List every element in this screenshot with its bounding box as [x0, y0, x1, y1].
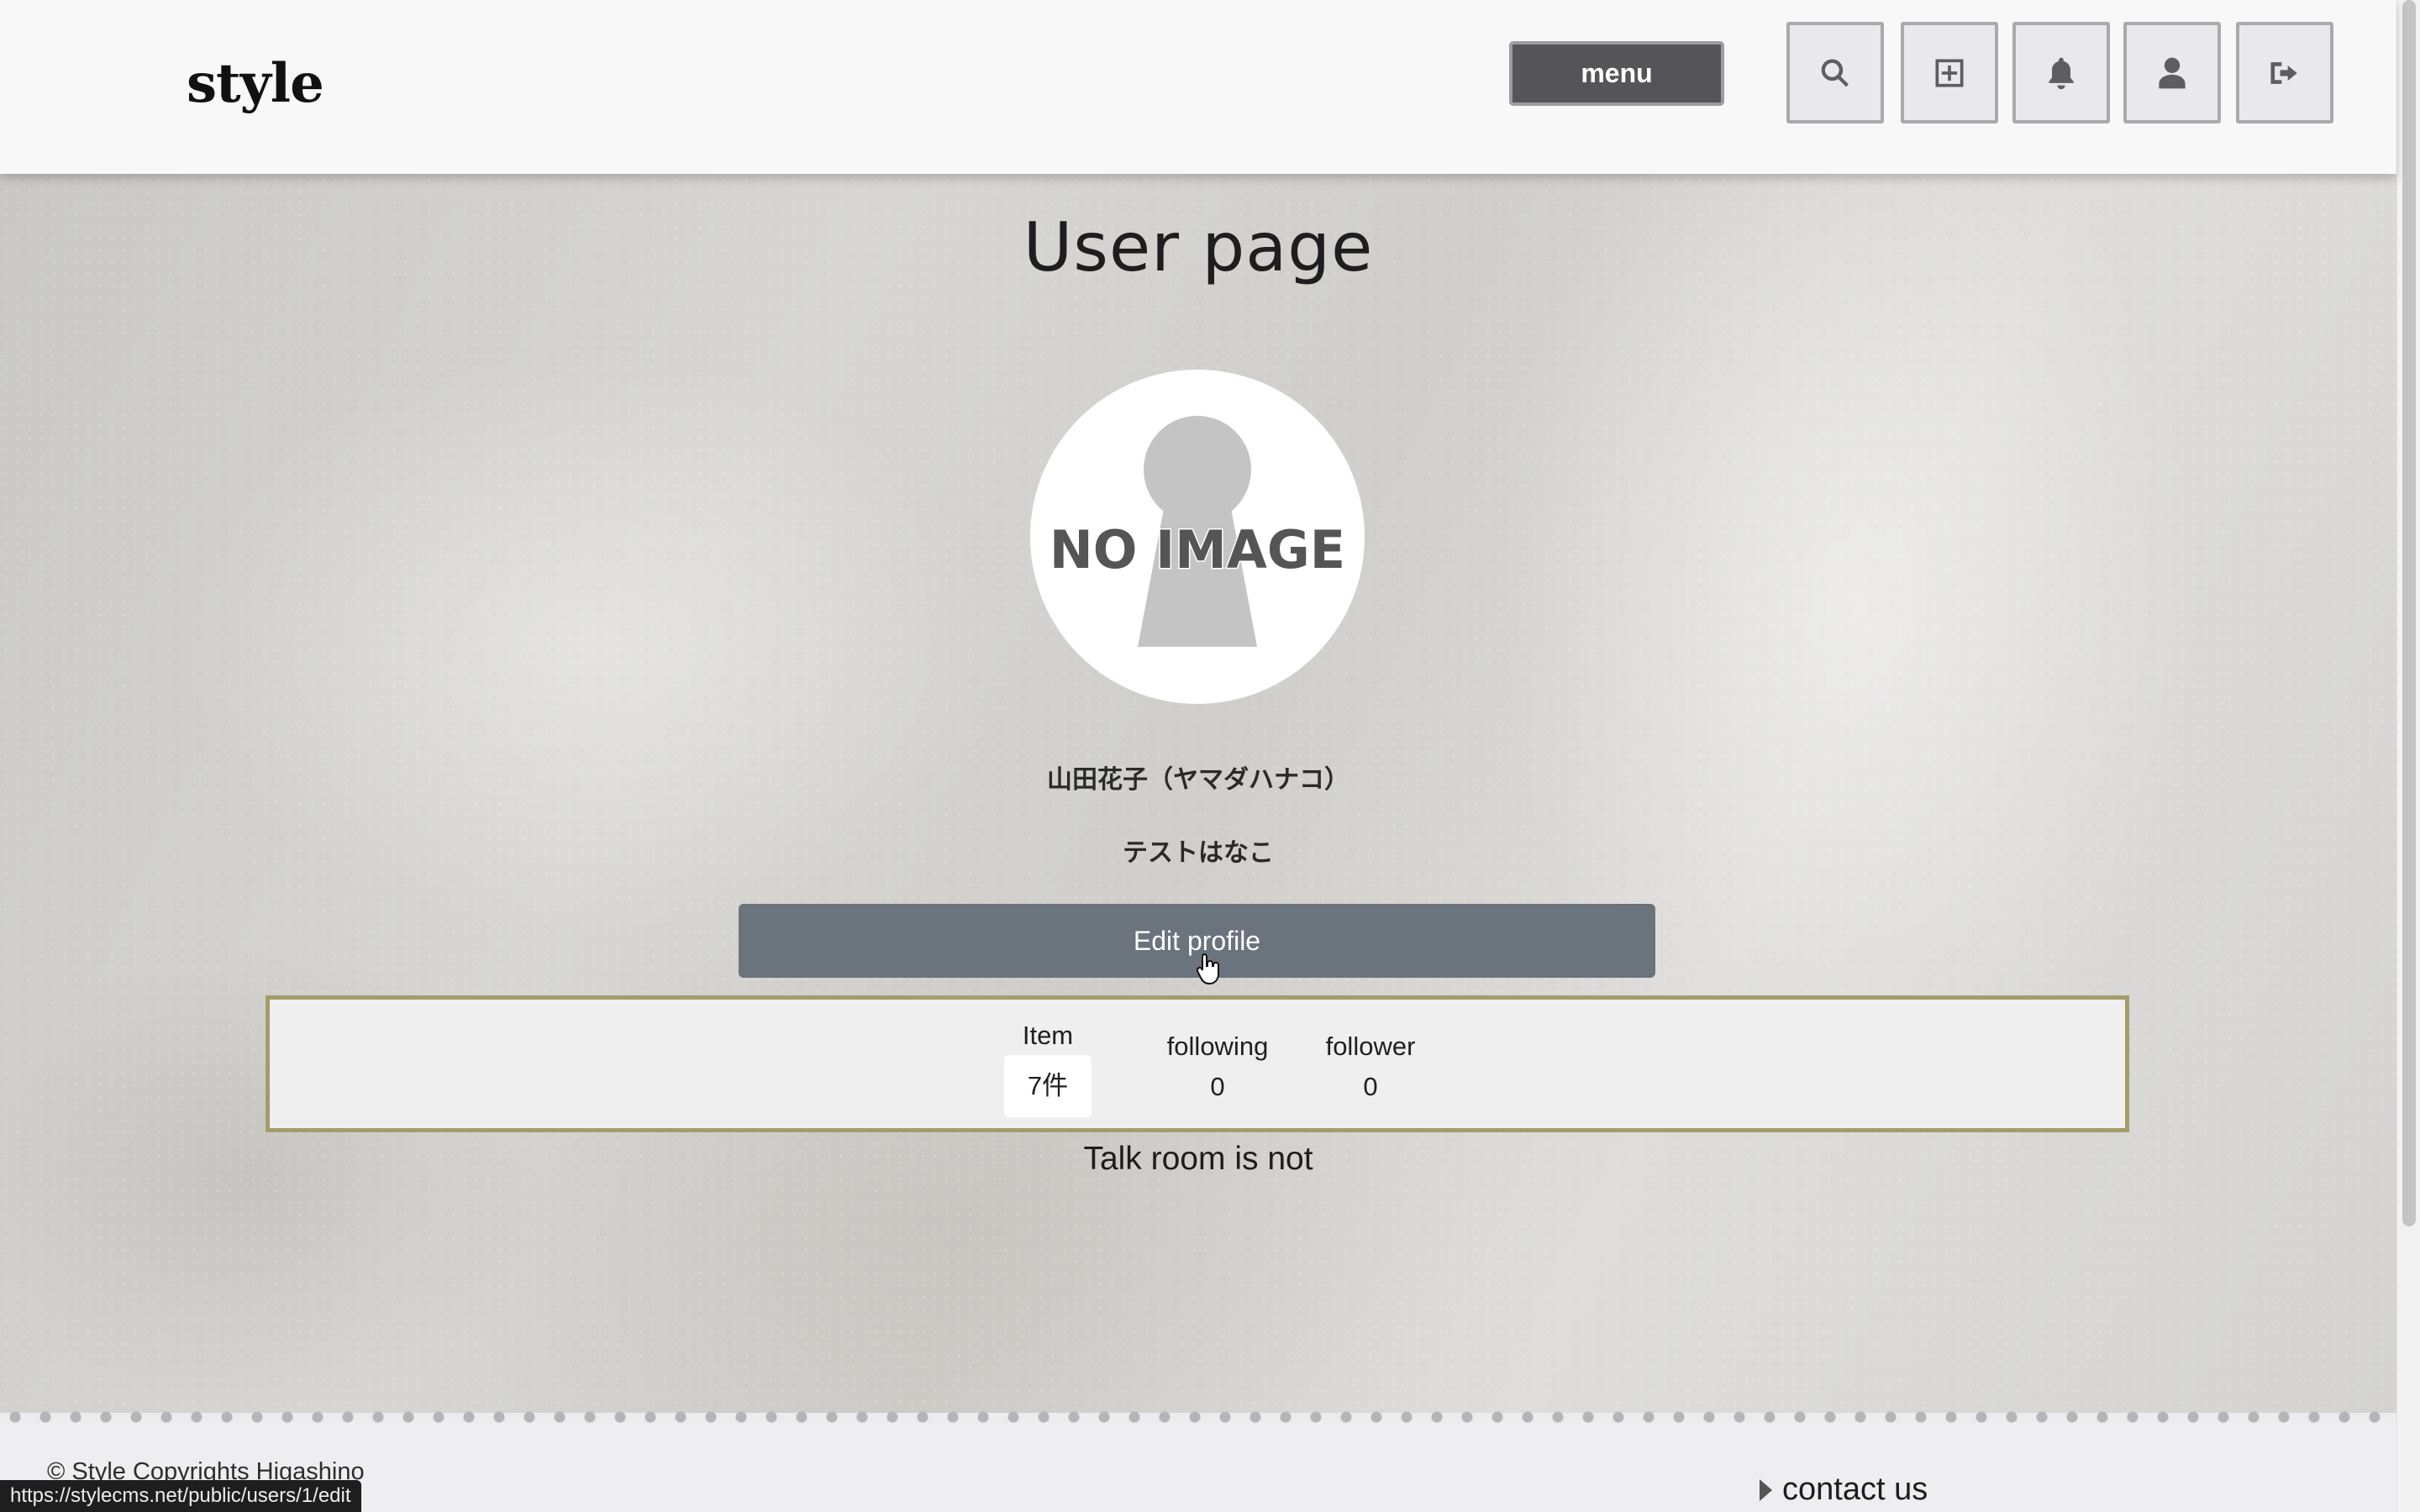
scrollbar[interactable]: [2396, 0, 2420, 1512]
search-icon: [1821, 59, 1849, 87]
site-header: style menu: [0, 0, 2396, 174]
user-icon: [2159, 57, 2186, 88]
hand-cursor-icon: [1197, 953, 1219, 985]
sign-out-icon: [2270, 61, 2297, 84]
site-logo[interactable]: style: [187, 52, 324, 115]
stat-follower-value: 0: [1363, 1072, 1378, 1101]
add-icon: [1935, 59, 1964, 87]
stat-following-label: following: [1166, 1032, 1269, 1061]
logout-button[interactable]: [2236, 22, 2333, 123]
avatar-label: NO IMAGE: [1050, 519, 1345, 580]
stat-follower-label: follower: [1325, 1032, 1416, 1061]
contact-link[interactable]: contact us: [1760, 1472, 1928, 1508]
bell-icon: [2049, 57, 2074, 89]
notifications-button[interactable]: [2012, 22, 2110, 123]
profile-button[interactable]: [2123, 22, 2221, 123]
user-full-name: 山田花子（ヤマダハナコ）: [1047, 765, 1349, 795]
scrollbar-thumb[interactable]: [2402, 0, 2416, 1226]
search-button[interactable]: [1786, 22, 1884, 123]
user-stats-panel: Item 7件 following 0 follower 0: [266, 995, 2129, 1132]
menu-button[interactable]: menu: [1509, 41, 1724, 106]
stat-item-label: Item: [1022, 1021, 1074, 1050]
stat-following-value: 0: [1210, 1072, 1225, 1101]
caret-right-icon: [1760, 1478, 1772, 1501]
stat-item-value[interactable]: 7件: [1004, 1055, 1092, 1117]
contact-link-label: contact us: [1782, 1472, 1928, 1507]
talk-room-status: Talk room is not: [1083, 1141, 1313, 1177]
status-bar-url: https://stylecms.net/public/users/1/edit: [0, 1480, 361, 1512]
add-post-button[interactable]: [1901, 22, 1998, 123]
page-title: User page: [1023, 208, 1374, 286]
no-image-icon: NO IMAGE: [1048, 416, 1347, 647]
avatar: NO IMAGE: [1030, 370, 1365, 704]
footer-divider: [0, 1411, 2396, 1423]
user-nickname: テストはなこ: [1123, 838, 1274, 868]
